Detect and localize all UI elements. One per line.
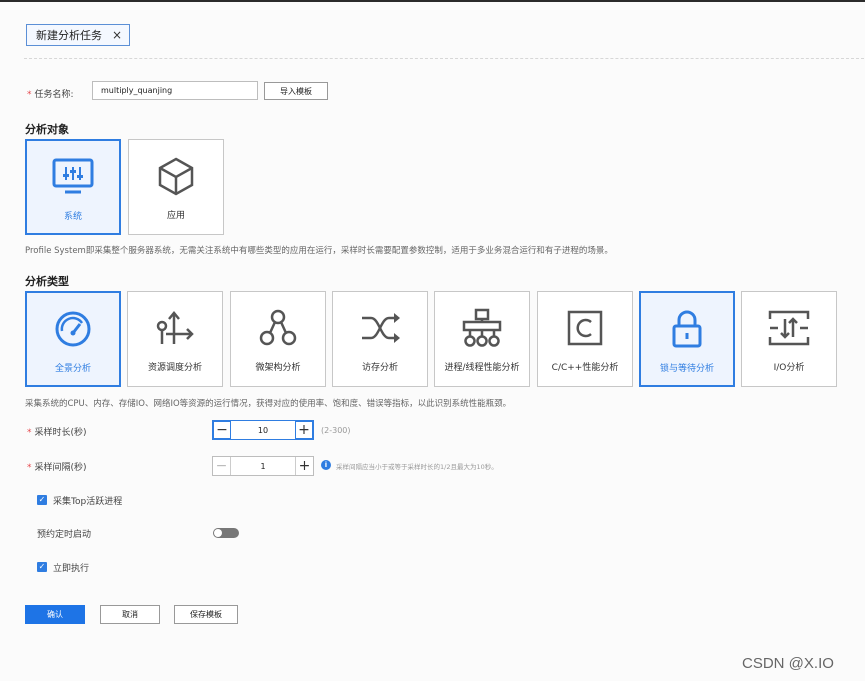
run-now-label: 立即执行	[53, 564, 90, 574]
run-now-checkbox[interactable]: ✓	[37, 562, 47, 572]
task-name-input[interactable]: multiply_quanjing	[92, 81, 258, 100]
lock-icon	[641, 307, 733, 351]
required-mark: *	[27, 428, 32, 438]
increment-button[interactable]: +	[295, 457, 313, 475]
sampling-duration-range: (2-300)	[321, 426, 351, 435]
target-description: Profile System即采集整个服务器系统，无需关注系统中有哪些类型的应用…	[25, 246, 613, 256]
microarch-icon	[231, 306, 325, 350]
required-mark: *	[27, 463, 32, 473]
cancel-button[interactable]: 取消	[100, 605, 160, 624]
analysis-card-process-thread[interactable]: 进程/线程性能分析	[434, 291, 530, 387]
close-icon[interactable]: ×	[112, 28, 122, 42]
divider	[24, 58, 864, 59]
collect-top-label: 采集Top活跃进程	[53, 497, 123, 507]
analysis-card-c-cpp[interactable]: C/C++性能分析	[537, 291, 633, 387]
decrement-button[interactable]: −	[213, 421, 231, 439]
collect-top-checkbox[interactable]: ✓	[37, 495, 47, 505]
window-top-border	[0, 0, 865, 2]
watermark: CSDN @X.IO	[742, 655, 834, 672]
sampling-duration-stepper[interactable]: − 10 +	[212, 420, 314, 440]
analysis-card-label: C/C++性能分析	[551, 363, 619, 373]
analysis-card-memory-access[interactable]: 访存分析	[332, 291, 428, 387]
analysis-card-label: 进程/线程性能分析	[444, 363, 520, 373]
c-icon	[538, 306, 632, 350]
scheduled-start-toggle[interactable]	[213, 528, 239, 538]
task-name-label: * 任务名称:	[27, 90, 74, 100]
analysis-card-resource-scheduling[interactable]: 资源调度分析	[127, 291, 223, 387]
analysis-card-label: I/O分析	[773, 363, 805, 373]
sampling-interval-label: * 采样间隔(秒)	[27, 463, 87, 473]
toggle-knob	[214, 529, 222, 537]
analysis-card-lock-wait[interactable]: 锁与等待分析	[639, 291, 735, 387]
analysis-card-label: 资源调度分析	[147, 363, 202, 373]
analysis-card-microarchitecture[interactable]: 微架构分析	[230, 291, 326, 387]
analysis-description: 采集系统的CPU、内存、存储IO、网络IO等资源的运行情况，获得对应的使用率、饱…	[25, 399, 512, 409]
target-card-application[interactable]: 应用	[128, 139, 224, 235]
sampling-duration-label: * 采样时长(秒)	[27, 428, 87, 438]
confirm-button[interactable]: 确认	[25, 605, 85, 624]
decrement-button[interactable]: −	[213, 457, 231, 475]
analysis-card-label: 锁与等待分析	[659, 364, 714, 374]
sampling-interval-hint: 采样间隔应当小于或等于采样时长的1/2且最大为10秒。	[336, 463, 498, 471]
info-icon: i	[321, 460, 331, 470]
analysis-target-heading: 分析对象	[25, 123, 69, 136]
process-tree-icon	[435, 306, 529, 350]
target-card-label: 系统	[63, 212, 82, 222]
analysis-type-heading: 分析类型	[25, 275, 69, 288]
increment-button[interactable]: +	[295, 421, 313, 439]
target-card-system[interactable]: 系统	[25, 139, 121, 235]
sampling-interval-value[interactable]: 1	[231, 462, 295, 471]
scheduled-start-label: 预约定时启动	[37, 530, 92, 540]
cube-icon	[129, 154, 223, 198]
import-template-button[interactable]: 导入模板	[264, 82, 328, 100]
shuffle-icon	[333, 306, 427, 350]
io-icon	[742, 306, 836, 350]
schedule-icon	[128, 306, 222, 350]
tab-new-analysis-task[interactable]: 新建分析任务 ×	[26, 24, 130, 46]
save-template-button[interactable]: 保存模板	[174, 605, 238, 624]
analysis-card-io[interactable]: I/O分析	[741, 291, 837, 387]
analysis-card-label: 全景分析	[54, 364, 91, 374]
analysis-card-label: 微架构分析	[255, 363, 301, 373]
analysis-card-panorama[interactable]: 全景分析	[25, 291, 121, 387]
sampling-duration-value[interactable]: 10	[231, 426, 295, 435]
tab-title: 新建分析任务	[36, 29, 102, 42]
monitor-icon	[27, 155, 119, 199]
page-frame: 新建分析任务 × * 任务名称: multiply_quanjing 导入模板 分…	[0, 0, 865, 681]
sampling-interval-stepper[interactable]: − 1 +	[212, 456, 314, 476]
analysis-card-label: 访存分析	[361, 363, 398, 373]
gauge-icon	[27, 307, 119, 351]
required-mark: *	[27, 90, 32, 100]
target-card-label: 应用	[166, 211, 185, 221]
